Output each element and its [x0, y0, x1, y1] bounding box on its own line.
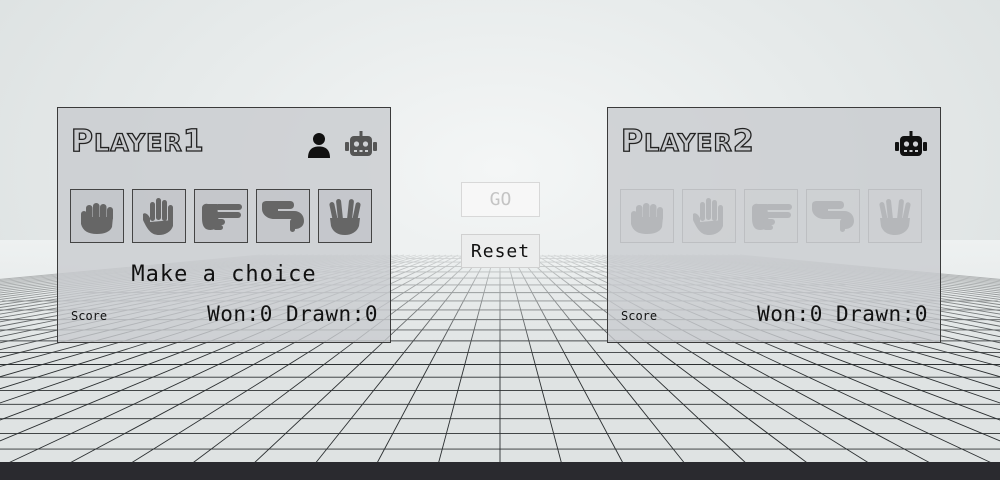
player2-choices — [620, 189, 922, 243]
spock-icon — [879, 198, 911, 235]
p2-choice-rock — [620, 189, 674, 243]
human-player-icon[interactable] — [306, 131, 332, 159]
player2-title: PLAYER2 — [620, 123, 755, 159]
p2-choice-lizard — [806, 189, 860, 243]
p2-choice-scissors — [744, 189, 798, 243]
spock-icon — [329, 198, 361, 235]
player2-score: Won:0 Drawn:0 — [757, 302, 928, 326]
lizard-icon — [812, 201, 854, 232]
player2-panel: PLAYER2 Score Won:0 Drawn:0 — [607, 107, 941, 343]
score-label: Score — [621, 309, 658, 323]
p1-choice-rock[interactable] — [70, 189, 124, 243]
go-button[interactable]: GO — [461, 182, 540, 217]
reset-button[interactable]: Reset — [461, 234, 540, 268]
p1-choice-lizard[interactable] — [256, 189, 310, 243]
scissors-icon — [202, 203, 242, 230]
status-message: Make a choice — [131, 262, 317, 287]
p2-choice-spock — [868, 189, 922, 243]
rock-icon — [81, 203, 113, 234]
player1-choices — [70, 189, 372, 243]
player1-panel: PLAYER1 Make a choice Score Won:0 Drawn:… — [57, 107, 391, 343]
player1-score: Won:0 Drawn:0 — [207, 302, 378, 326]
paper-icon — [693, 198, 723, 235]
lizard-icon — [262, 201, 304, 232]
p2-choice-paper — [682, 189, 736, 243]
scissors-icon — [752, 203, 792, 230]
bottom-bar — [0, 462, 1000, 480]
p1-choice-scissors[interactable] — [194, 189, 248, 243]
computer-player-icon[interactable] — [344, 131, 378, 159]
p1-choice-spock[interactable] — [318, 189, 372, 243]
paper-icon — [143, 198, 173, 235]
computer-player-icon — [894, 131, 928, 159]
rock-icon — [631, 203, 663, 234]
score-label: Score — [71, 309, 108, 323]
p1-choice-paper[interactable] — [132, 189, 186, 243]
player1-title: PLAYER1 — [70, 123, 205, 159]
